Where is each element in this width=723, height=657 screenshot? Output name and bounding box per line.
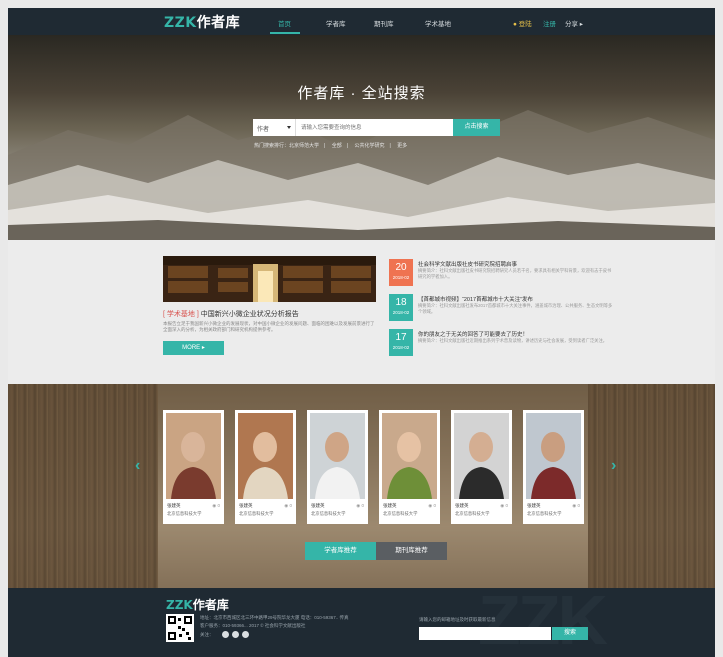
scholar-name[interactable]: 张建英 xyxy=(383,503,397,509)
footer-watermark: ZZK xyxy=(478,588,608,657)
footer-logo: ZZK作者库 xyxy=(166,598,229,612)
register-link[interactable]: 注册 xyxy=(543,18,556,28)
nav-active-underline xyxy=(270,32,300,34)
view-count: ◉ 0 xyxy=(572,503,580,508)
footer: ZZK ZZK作者库 地址：北京市西城区北三环中路甲29号院华龙大厦 电话：01… xyxy=(8,588,715,657)
mountain-background xyxy=(8,110,715,240)
hot-searches: 热门搜索排行：北京师范大学 | 全部 | 公共化学研究 | 更多 xyxy=(254,143,408,149)
chevron-down-icon xyxy=(287,126,291,129)
scholar-name[interactable]: 张建英 xyxy=(239,503,253,509)
scholars-section: ‹ › 张建英 ◉ 0 北京信息科技大学 张建英 ◉ 0 北京信息科技大学 张建英 ◉ 0 北京… xyxy=(8,384,715,588)
hot-search-item[interactable]: 更多 xyxy=(397,143,407,149)
footer-follow-label: 关注： xyxy=(200,632,214,637)
scholar-card[interactable]: 张建英 ◉ 0 北京信息科技大学 xyxy=(451,410,512,524)
news-section: [ 学术基地 ] 中国新兴小微企业状况分析报告 本报告立足于我国新兴小微企业的发… xyxy=(8,240,715,384)
scholar-card[interactable]: 张建英 ◉ 0 北京信息科技大学 xyxy=(379,410,440,524)
scholar-photo xyxy=(310,413,365,499)
user-icon: ● xyxy=(513,21,517,28)
eye-icon: ◉ xyxy=(356,503,361,508)
news-title[interactable]: 【首都城市视频】“2017首都城市十大关注”发布 xyxy=(418,295,533,303)
search-button[interactable]: 点击搜索 xyxy=(453,119,500,136)
wechat-icon[interactable] xyxy=(232,631,239,638)
tab-journals[interactable]: 期刊库推荐 xyxy=(376,542,447,560)
hero-banner: 作者库 · 全站搜索 作者 点击搜索 热门搜索排行：北京师范大学| 全部| 公共… xyxy=(8,35,715,240)
news-desc: 摘要简介：社科文献出版社近期推出系列学术普及读物，讲述历史与社会发展，受到读者广… xyxy=(418,338,608,343)
news-title[interactable]: 你的朋友之于无关的回答了可能要去了历史！ xyxy=(418,330,528,338)
email-field[interactable] xyxy=(419,627,551,640)
scholar-photo xyxy=(382,413,437,499)
news-title[interactable]: 社会科学文献出版社皮书研究院招聘启事 xyxy=(418,260,517,268)
search-box: 作者 点击搜索 xyxy=(253,119,500,136)
feature-description: 本报告立足于我国新兴小微企业的发展现状，对中国小微企业的发展问题、面临的困难以及… xyxy=(163,321,375,332)
next-arrow-icon[interactable]: › xyxy=(611,457,616,475)
view-count: ◉ 0 xyxy=(212,503,220,508)
date-badge: 18 2018-02 xyxy=(389,294,413,321)
hero-title: 作者库 · 全站搜索 xyxy=(297,85,426,102)
scholar-photo xyxy=(454,413,509,499)
scholar-photo xyxy=(238,413,293,499)
share-menu[interactable]: 分享 ▸ xyxy=(565,18,583,28)
date-badge: 20 2018-02 xyxy=(389,259,413,286)
scholar-org: 北京信息科技大学 xyxy=(239,511,274,516)
eye-icon: ◉ xyxy=(212,503,217,508)
news-item[interactable]: 17 2018-02 你的朋友之于无关的回答了可能要去了历史！ 摘要简介：社科文献… xyxy=(389,329,614,363)
search-input[interactable] xyxy=(296,119,453,136)
view-count: ◉ 0 xyxy=(356,503,364,508)
subscribe-button[interactable]: 搜索 xyxy=(552,627,588,640)
feature-title[interactable]: [ 学术基地 ] 中国新兴小微企业状况分析报告 xyxy=(163,309,299,319)
scholar-org: 北京信息科技大学 xyxy=(167,511,202,516)
view-count: ◉ 0 xyxy=(500,503,508,508)
nav-link-scholars[interactable]: 学者库 xyxy=(326,18,346,28)
feature-image[interactable] xyxy=(163,256,376,302)
date-badge: 17 2018-02 xyxy=(389,329,413,356)
news-desc: 摘要简介：社科文献出版社发布2017首都城市十大关注事件，涵盖城市治理、公共服务… xyxy=(418,303,613,314)
scholar-card[interactable]: 张建英 ◉ 0 北京信息科技大学 xyxy=(307,410,368,524)
nav-link-academic-base[interactable]: 学术基地 xyxy=(425,18,451,28)
news-item[interactable]: 18 2018-02 【首都城市视频】“2017首都城市十大关注”发布 摘要简介：… xyxy=(389,294,614,328)
nav-link-journals[interactable]: 期刊库 xyxy=(374,18,394,28)
scholar-card[interactable]: 张建英 ◉ 0 北京信息科技大学 xyxy=(235,410,296,524)
hot-search-item[interactable]: 热门搜索排行：北京师范大学 xyxy=(254,143,319,149)
top-nav: ZZK作者库 首页 学者库 期刊库 学术基地 ● 登陆 注册 分享 ▸ xyxy=(8,8,715,35)
scholar-card[interactable]: 张建英 ◉ 0 北京信息科技大学 xyxy=(523,410,584,524)
scholar-name[interactable]: 张建英 xyxy=(167,503,181,509)
view-count: ◉ 0 xyxy=(428,503,436,508)
news-desc: 摘要简介：社科文献出版社皮书研究院招聘研究人员若干名，要求具有相关学科背景，欢迎… xyxy=(418,268,612,279)
scholar-photo xyxy=(526,413,581,499)
login-link[interactable]: ● 登陆 xyxy=(513,18,532,28)
scholar-org: 北京信息科技大学 xyxy=(311,511,346,516)
scholar-photo xyxy=(166,413,221,499)
subscribe-label: 请输入您的邮箱地址及时获取最新信息 xyxy=(419,617,496,622)
eye-icon: ◉ xyxy=(572,503,577,508)
nav-link-home[interactable]: 首页 xyxy=(278,18,291,28)
footer-copyright: 客户服务：010-59366... 2017 © 社会科学文献出版社 xyxy=(200,623,306,628)
more-button[interactable]: MORE ▸ xyxy=(163,341,224,355)
scholar-org: 北京信息科技大学 xyxy=(455,511,490,516)
scholar-name[interactable]: 张建英 xyxy=(455,503,469,509)
view-count: ◉ 0 xyxy=(284,503,292,508)
eye-icon: ◉ xyxy=(284,503,289,508)
hot-search-item[interactable]: 公共化学研究 xyxy=(354,143,384,149)
qr-code xyxy=(166,614,194,642)
news-item[interactable]: 20 2018-02 社会科学文献出版社皮书研究院招聘启事 摘要简介：社科文献出版… xyxy=(389,259,614,293)
prev-arrow-icon[interactable]: ‹ xyxy=(135,457,140,475)
search-type-select[interactable]: 作者 xyxy=(253,119,296,136)
logo[interactable]: ZZK作者库 xyxy=(164,12,240,32)
footer-address: 地址：北京市西城区北三环中路甲29号院华龙大厦 电话：010-59367.. 传… xyxy=(200,615,349,620)
eye-icon: ◉ xyxy=(428,503,433,508)
scholar-org: 北京信息科技大学 xyxy=(527,511,562,516)
scholar-name[interactable]: 张建英 xyxy=(527,503,541,509)
eye-icon: ◉ xyxy=(500,503,505,508)
scholar-org: 北京信息科技大学 xyxy=(383,511,418,516)
hot-search-item[interactable]: 全部 xyxy=(332,143,342,149)
tab-scholars[interactable]: 学者库推荐 xyxy=(305,542,376,560)
qq-icon[interactable] xyxy=(242,631,249,638)
scholar-name[interactable]: 张建英 xyxy=(311,503,325,509)
library-shelves-image xyxy=(163,256,376,302)
scholar-card[interactable]: 张建英 ◉ 0 北京信息科技大学 xyxy=(163,410,224,524)
weibo-icon[interactable] xyxy=(222,631,229,638)
